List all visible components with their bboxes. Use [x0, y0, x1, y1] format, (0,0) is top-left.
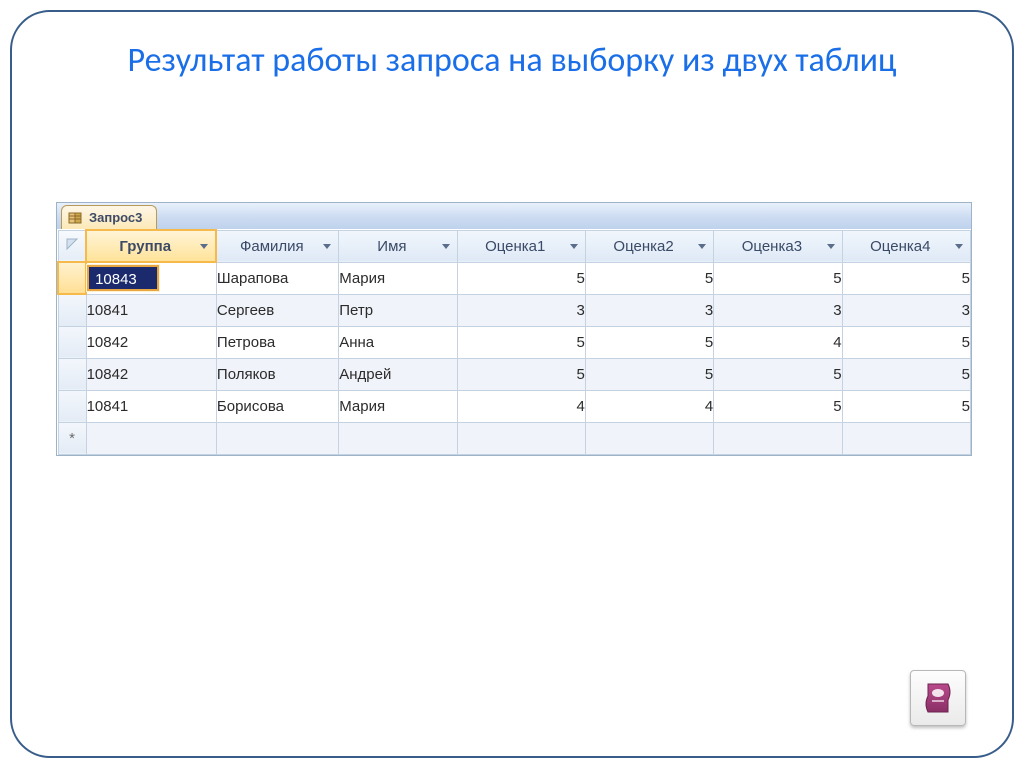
- dropdown-icon[interactable]: [695, 238, 709, 254]
- cell-empty[interactable]: [86, 422, 216, 454]
- dropdown-icon[interactable]: [567, 238, 581, 254]
- cell-grade4[interactable]: 5: [842, 390, 970, 422]
- active-cell-value[interactable]: 10843: [87, 265, 159, 291]
- slide-title: Результат работы запроса на выборку из д…: [52, 40, 972, 83]
- column-label: Группа: [119, 238, 171, 255]
- column-header-grade2[interactable]: Оценка2: [585, 230, 713, 262]
- row-selector[interactable]: [58, 294, 86, 326]
- table-row[interactable]: 10841 Сергеев Петр 3 3 3 3: [58, 294, 971, 326]
- dropdown-icon[interactable]: [320, 238, 334, 254]
- row-selector-active[interactable]: [58, 262, 86, 294]
- column-header-grade3[interactable]: Оценка3: [714, 230, 842, 262]
- select-all-corner[interactable]: [58, 230, 86, 262]
- cell-grade4[interactable]: 5: [842, 358, 970, 390]
- cell-group-active[interactable]: 10843: [86, 262, 216, 294]
- cell-group[interactable]: 10842: [86, 358, 216, 390]
- cell-empty[interactable]: [714, 422, 842, 454]
- query-datasheet-window: Запрос3 Группа Фамилия: [56, 202, 972, 456]
- cell-name[interactable]: Анна: [339, 326, 457, 358]
- new-record-row[interactable]: *: [58, 422, 971, 454]
- cell-group[interactable]: 10841: [86, 390, 216, 422]
- cell-grade4[interactable]: 5: [842, 326, 970, 358]
- cell-grade2[interactable]: 5: [585, 262, 713, 294]
- query-icon: [68, 210, 84, 226]
- row-selector[interactable]: [58, 390, 86, 422]
- row-selector[interactable]: [58, 358, 86, 390]
- dropdown-icon[interactable]: [952, 238, 966, 254]
- cell-surname[interactable]: Сергеев: [216, 294, 338, 326]
- cell-grade4[interactable]: 5: [842, 262, 970, 294]
- column-label: Оценка3: [742, 238, 802, 255]
- cell-grade3[interactable]: 3: [714, 294, 842, 326]
- tab-query3[interactable]: Запрос3: [61, 205, 157, 229]
- cell-empty[interactable]: [842, 422, 970, 454]
- cell-group[interactable]: 10842: [86, 326, 216, 358]
- table-row[interactable]: 10841 Борисова Мария 4 4 5 5: [58, 390, 971, 422]
- column-header-group[interactable]: Группа: [86, 230, 216, 262]
- new-record-marker[interactable]: *: [58, 422, 86, 454]
- cell-surname[interactable]: Поляков: [216, 358, 338, 390]
- cell-grade2[interactable]: 5: [585, 326, 713, 358]
- table-row[interactable]: 10842 Поляков Андрей 5 5 5 5: [58, 358, 971, 390]
- column-label: Оценка4: [870, 238, 930, 255]
- cell-grade1[interactable]: 4: [457, 390, 585, 422]
- cell-surname[interactable]: Шарапова: [216, 262, 338, 294]
- cell-name[interactable]: Мария: [339, 390, 457, 422]
- cell-grade3[interactable]: 4: [714, 326, 842, 358]
- dropdown-icon[interactable]: [197, 238, 211, 254]
- row-selector[interactable]: [58, 326, 86, 358]
- cell-name[interactable]: Мария: [339, 262, 457, 294]
- cell-grade4[interactable]: 3: [842, 294, 970, 326]
- cell-name[interactable]: Петр: [339, 294, 457, 326]
- cell-grade3[interactable]: 5: [714, 262, 842, 294]
- column-label: Оценка2: [613, 238, 673, 255]
- datasheet-table: Группа Фамилия Имя Оценка1: [57, 229, 971, 455]
- cell-empty[interactable]: [585, 422, 713, 454]
- column-header-name[interactable]: Имя: [339, 230, 457, 262]
- tab-bar: Запрос3: [57, 203, 971, 229]
- cell-grade1[interactable]: 3: [457, 294, 585, 326]
- header-row: Группа Фамилия Имя Оценка1: [58, 230, 971, 262]
- column-label: Оценка1: [485, 238, 545, 255]
- cell-grade2[interactable]: 4: [585, 390, 713, 422]
- cell-grade2[interactable]: 3: [585, 294, 713, 326]
- cell-empty[interactable]: [339, 422, 457, 454]
- cell-grade1[interactable]: 5: [457, 262, 585, 294]
- dropdown-icon[interactable]: [824, 238, 838, 254]
- cell-empty[interactable]: [457, 422, 585, 454]
- cell-grade1[interactable]: 5: [457, 358, 585, 390]
- column-label: Фамилия: [240, 238, 304, 255]
- cell-surname[interactable]: Борисова: [216, 390, 338, 422]
- cell-grade2[interactable]: 5: [585, 358, 713, 390]
- slide-frame: Результат работы запроса на выборку из д…: [10, 10, 1014, 758]
- cell-grade3[interactable]: 5: [714, 390, 842, 422]
- tab-label: Запрос3: [89, 210, 142, 225]
- column-header-surname[interactable]: Фамилия: [216, 230, 338, 262]
- cell-surname[interactable]: Петрова: [216, 326, 338, 358]
- ms-access-icon: [910, 670, 966, 726]
- cell-grade1[interactable]: 5: [457, 326, 585, 358]
- cell-name[interactable]: Андрей: [339, 358, 457, 390]
- cell-empty[interactable]: [216, 422, 338, 454]
- cell-grade3[interactable]: 5: [714, 358, 842, 390]
- column-label: Имя: [377, 238, 406, 255]
- table-row[interactable]: 10843 Шарапова Мария 5 5 5 5: [58, 262, 971, 294]
- table-row[interactable]: 10842 Петрова Анна 5 5 4 5: [58, 326, 971, 358]
- cell-group[interactable]: 10841: [86, 294, 216, 326]
- column-header-grade1[interactable]: Оценка1: [457, 230, 585, 262]
- dropdown-icon[interactable]: [439, 238, 453, 254]
- column-header-grade4[interactable]: Оценка4: [842, 230, 970, 262]
